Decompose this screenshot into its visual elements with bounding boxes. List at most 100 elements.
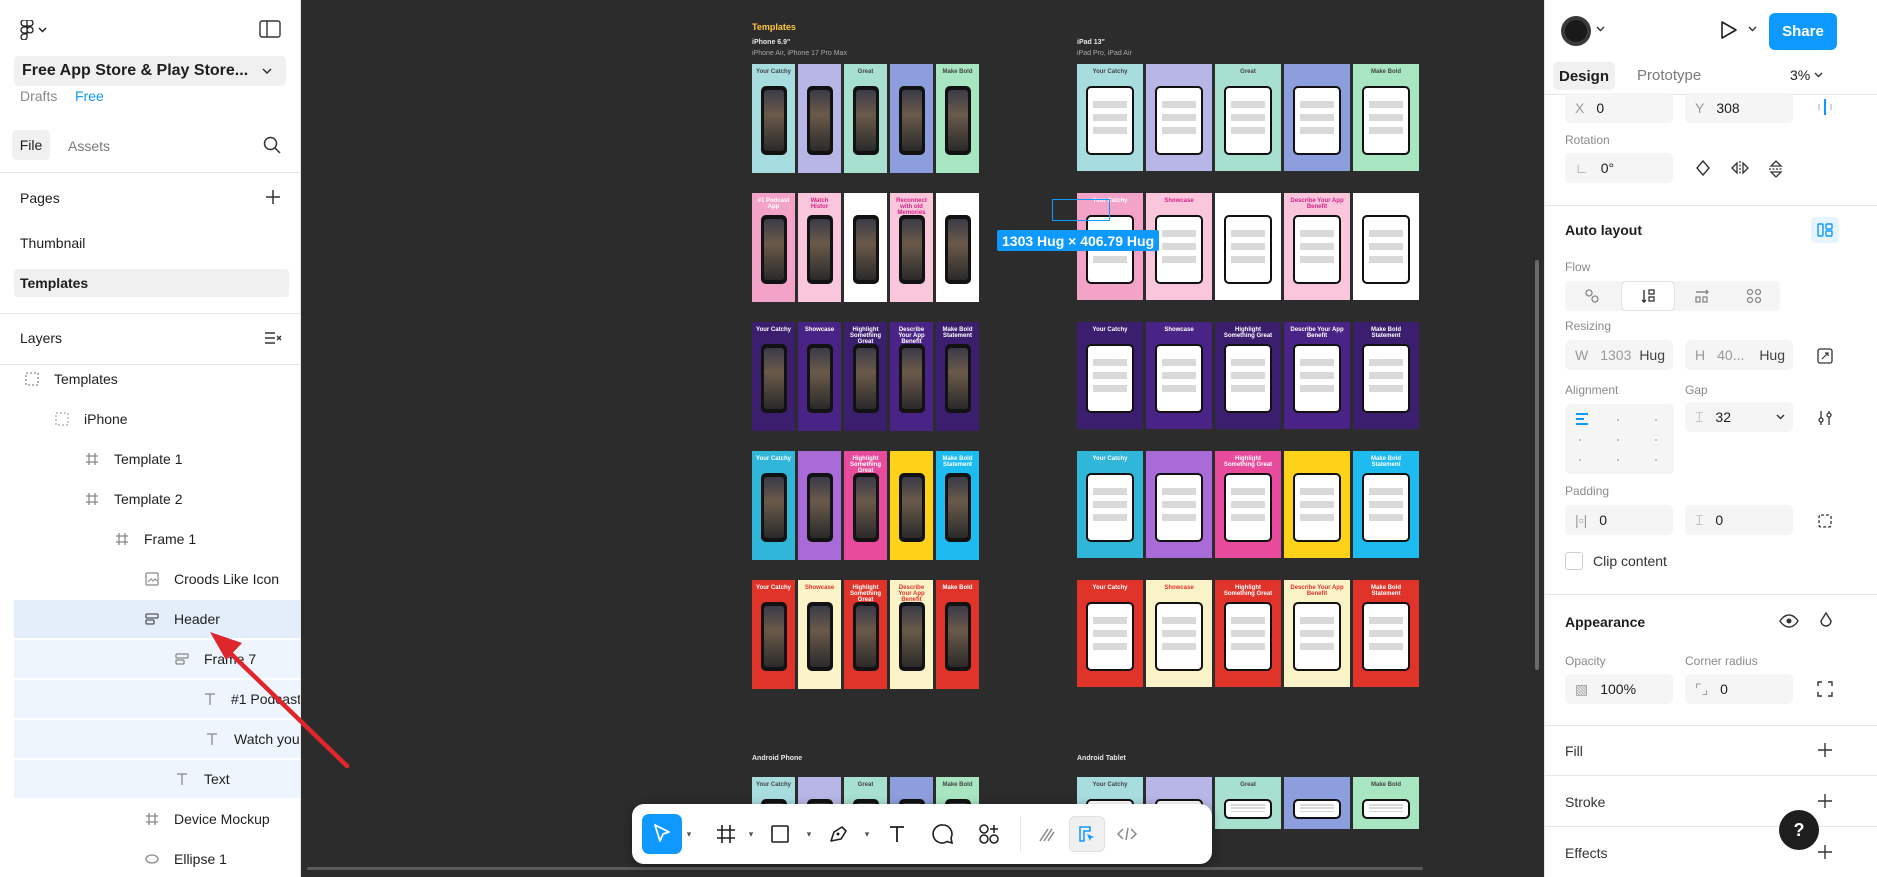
layers-menu-icon[interactable]: [264, 330, 282, 346]
eye-icon[interactable]: [1779, 614, 1799, 628]
corner-radius-field[interactable]: ⌜⌟ 0: [1685, 674, 1793, 704]
template-card[interactable]: [1146, 451, 1212, 558]
template-row[interactable]: Your Catchy Showcase Highlight Something G…: [1077, 322, 1419, 429]
template-card[interactable]: Make Bold Statement: [936, 451, 979, 560]
template-card[interactable]: Highlight Something Great: [1215, 580, 1281, 687]
chevron-down-icon[interactable]: ▾: [860, 814, 874, 854]
template-card[interactable]: Describe Your App Benefit: [1284, 322, 1350, 429]
pen-tool-button[interactable]: [816, 814, 860, 854]
layer-watch-text[interactable]: Watch you: [14, 720, 300, 758]
flip-horizontal-icon[interactable]: [1731, 160, 1749, 176]
template-row[interactable]: Your Catchy Showcase Highlight Something G…: [1077, 580, 1419, 687]
add-page-icon[interactable]: [264, 188, 282, 206]
template-card[interactable]: Make Bold Statement: [936, 322, 979, 431]
template-card[interactable]: Make Bold Statement: [1353, 580, 1419, 687]
dev-mode-button[interactable]: [1109, 816, 1145, 852]
template-card[interactable]: [798, 451, 841, 560]
template-card[interactable]: [798, 64, 841, 173]
template-card[interactable]: Showcase: [1146, 322, 1212, 429]
height-field[interactable]: H 40... Hug: [1685, 340, 1793, 370]
canvas[interactable]: Templates iPhone 6.9" iPhone Air, iPhone…: [301, 0, 1544, 877]
layer-croods-like-icon[interactable]: Croods Like Icon: [14, 560, 300, 598]
chevron-down-icon[interactable]: [1748, 26, 1757, 32]
template-card[interactable]: Showcase: [1146, 580, 1212, 687]
flow-grid-icon[interactable]: [1727, 281, 1781, 311]
template-card[interactable]: [890, 451, 933, 560]
page-item-thumbnail[interactable]: Thumbnail: [14, 229, 289, 257]
template-card[interactable]: Your Catchy: [1077, 322, 1143, 429]
clip-content-checkbox[interactable]: [1565, 552, 1583, 570]
template-card[interactable]: [1284, 777, 1350, 829]
template-card[interactable]: [936, 193, 979, 302]
template-card[interactable]: Great: [1215, 64, 1281, 171]
frame-tool-button[interactable]: [708, 814, 744, 854]
tab-assets[interactable]: Assets: [68, 138, 110, 154]
y-field[interactable]: Y 308: [1685, 93, 1793, 123]
template-card[interactable]: [1146, 64, 1212, 171]
template-card[interactable]: Highlight Something Great: [1215, 322, 1281, 429]
template-card[interactable]: Your Catchy: [1077, 64, 1143, 171]
template-card[interactable]: Highlight Something Great: [844, 451, 887, 560]
page-item-templates[interactable]: Templates: [14, 269, 289, 297]
actions-tool-button[interactable]: [966, 814, 1012, 854]
add-effect-icon[interactable]: [1817, 844, 1833, 860]
template-card[interactable]: Great: [1215, 777, 1281, 829]
shape-tool-button[interactable]: [758, 814, 802, 854]
layer-frame-7[interactable]: Frame 7: [14, 640, 300, 678]
width-field[interactable]: W 1303 Hug: [1565, 340, 1673, 370]
template-card[interactable]: Great: [844, 64, 887, 173]
auto-layout-toggle-icon[interactable]: [1811, 217, 1839, 243]
layer-device-mockup[interactable]: Device Mockup: [14, 800, 300, 838]
vertical-scrollbar[interactable]: [1535, 260, 1539, 670]
layer-template-1[interactable]: Template 1: [14, 440, 300, 478]
search-icon[interactable]: [263, 136, 281, 154]
template-card[interactable]: Describe Your App Benefit: [1284, 580, 1350, 687]
constraints-icon[interactable]: [1817, 98, 1833, 116]
template-card[interactable]: [890, 64, 933, 173]
text-tool-button[interactable]: [874, 814, 920, 854]
layer-templates[interactable]: Templates: [14, 360, 300, 398]
alignment-grid[interactable]: [1565, 404, 1674, 474]
flip-vertical-icon[interactable]: [1768, 160, 1784, 178]
template-card[interactable]: Reconnect with old Memories: [890, 193, 933, 302]
layer-header[interactable]: Header: [14, 600, 300, 638]
template-card[interactable]: Your Catchy: [1077, 580, 1143, 687]
template-row[interactable]: Your Catchy Showcase Highlight Something G…: [752, 580, 979, 689]
template-card[interactable]: Showcase: [798, 580, 841, 689]
file-name-button[interactable]: Free App Store & Play Store...: [14, 56, 286, 86]
template-card[interactable]: Your Catchy: [752, 451, 795, 560]
padding-horizontal-field[interactable]: |▫| 0: [1565, 505, 1673, 535]
template-row[interactable]: #1 Podcast App Watch Histor Reconnect with…: [752, 193, 979, 302]
add-stroke-icon[interactable]: [1817, 793, 1833, 809]
template-card[interactable]: Make Bold: [936, 64, 979, 173]
chevron-down-icon[interactable]: ▾: [682, 814, 696, 854]
chevron-down-icon[interactable]: [1596, 26, 1605, 32]
template-card[interactable]: Your Catchy: [752, 322, 795, 431]
template-card[interactable]: Make Bold Statement: [1353, 322, 1419, 429]
template-row[interactable]: Your Catchy Great Make Bold: [752, 64, 979, 173]
template-row[interactable]: Your Catchy Showcase Highlight Something G…: [752, 322, 979, 431]
template-card[interactable]: Describe Your App Benefit: [890, 322, 933, 431]
move-tool-button[interactable]: [642, 814, 682, 854]
template-row[interactable]: Your Catchy Highlight Something Great Make…: [752, 451, 979, 560]
drafts-link[interactable]: Drafts: [20, 88, 57, 104]
layer-iphone[interactable]: iPhone: [14, 400, 300, 438]
template-card[interactable]: Highlight Something Great: [844, 580, 887, 689]
individual-corners-icon[interactable]: [1817, 681, 1833, 697]
rotation-field[interactable]: ∟ 0°: [1565, 153, 1673, 183]
flow-vertical-icon[interactable]: [1621, 281, 1675, 311]
template-card[interactable]: Describe Your App Benefit: [890, 580, 933, 689]
flow-horizontal-icon[interactable]: [1675, 281, 1729, 311]
template-row[interactable]: Your Catchy Great Make Bold: [1077, 64, 1419, 171]
horizontal-scrollbar[interactable]: [307, 867, 1423, 870]
share-button[interactable]: Share: [1769, 13, 1837, 50]
tab-prototype[interactable]: Prototype: [1637, 67, 1701, 84]
chevron-down-icon[interactable]: ▾: [744, 814, 758, 854]
tab-design[interactable]: Design: [1553, 62, 1615, 90]
template-card[interactable]: Your Catchy: [1077, 451, 1143, 558]
template-row[interactable]: Your Catchy Highlight Something Great Make…: [1077, 451, 1419, 558]
layer-podcast-text[interactable]: #1 Podcast: [14, 680, 300, 718]
template-card[interactable]: [1284, 64, 1350, 171]
template-card[interactable]: [844, 193, 887, 302]
help-button[interactable]: ?: [1779, 810, 1819, 850]
